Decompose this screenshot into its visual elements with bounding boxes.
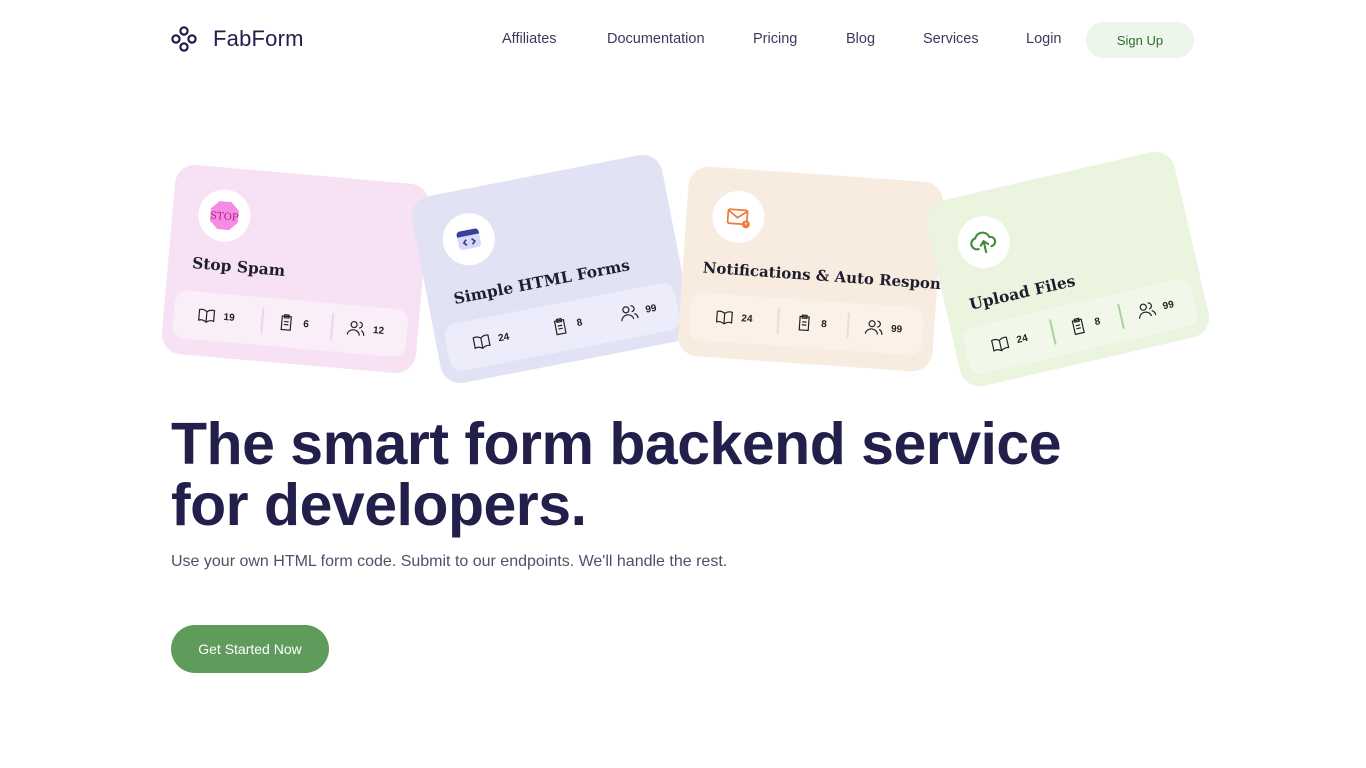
hero-headline-line-1: The smart form backend service — [171, 411, 1062, 477]
users-icon — [864, 320, 883, 335]
stat-guides: 24 — [989, 329, 1029, 355]
nav-blog[interactable]: Blog — [846, 31, 875, 47]
clipboard-icon — [280, 314, 292, 331]
stop-sign-icon: STOP — [210, 201, 239, 231]
stat-users-value: 99 — [890, 323, 903, 336]
cloud-upload-icon — [970, 231, 997, 254]
clipboard-icon — [553, 317, 567, 336]
stat-users-value: 99 — [644, 302, 658, 316]
divider — [1048, 319, 1057, 345]
book-icon — [715, 310, 733, 325]
feature-card-upload-files[interactable]: Upload Files 24 8 99 — [921, 147, 1214, 391]
stat-users: 99 — [618, 299, 658, 324]
users-icon — [1139, 302, 1157, 319]
stat-guides-value: 24 — [741, 312, 753, 325]
card-icon-bubble: STOP — [196, 187, 253, 244]
mail-notification-icon — [726, 208, 750, 229]
stat-guides: 24 — [471, 327, 511, 352]
divider — [330, 313, 335, 340]
stat-users: 12 — [346, 319, 385, 340]
hero-subtitle: Use your own HTML form code. Submit to o… — [171, 553, 728, 570]
feature-card-simple-html-forms[interactable]: Simple HTML Forms 24 8 99 — [408, 151, 695, 387]
card-title: Stop Spam — [191, 253, 287, 281]
get-started-button[interactable]: Get Started Now — [171, 625, 329, 673]
nav-affiliates[interactable]: Affiliates — [502, 31, 557, 47]
signup-button[interactable]: Sign Up — [1086, 22, 1194, 58]
book-icon — [472, 334, 491, 350]
users-icon — [346, 320, 365, 336]
card-stats: 19 6 12 — [171, 289, 409, 358]
stat-guides: 19 — [197, 306, 236, 327]
stat-forms-value: 8 — [575, 316, 584, 329]
card-title: Notifications & Auto Responses — [702, 258, 968, 295]
stat-users-value: 99 — [1161, 298, 1175, 312]
card-icon-bubble — [952, 210, 1015, 274]
stat-guides-value: 24 — [1015, 332, 1029, 346]
stat-users: 99 — [1136, 295, 1176, 321]
code-browser-icon — [456, 228, 481, 250]
hero-headline: The smart form backend service for devel… — [171, 411, 1062, 538]
divider — [776, 307, 781, 334]
clipboard-icon — [1071, 317, 1085, 336]
stat-forms: 8 — [795, 313, 828, 333]
feature-card-notifications[interactable]: Notifications & Auto Responses 24 8 99 — [676, 165, 968, 373]
card-stats: 24 8 99 — [687, 291, 925, 356]
card-icon-bubble — [710, 189, 767, 245]
stat-forms-value: 8 — [1093, 315, 1102, 328]
book-icon — [990, 336, 1010, 352]
stat-guides-value: 24 — [497, 330, 511, 344]
divider — [846, 312, 851, 339]
stat-guides-value: 19 — [223, 311, 236, 324]
stat-forms: 8 — [550, 313, 584, 337]
feature-card-stop-spam[interactable]: STOP Stop Spam 19 6 12 — [160, 163, 431, 375]
stat-users: 99 — [864, 318, 903, 339]
hero-headline-line-2: for developers. — [171, 472, 587, 538]
nav-services[interactable]: Services — [923, 31, 979, 47]
stat-forms: 8 — [1067, 312, 1102, 337]
divider — [1117, 303, 1125, 330]
nav-documentation[interactable]: Documentation — [607, 31, 705, 47]
clipboard-icon — [798, 314, 810, 332]
book-icon — [198, 308, 216, 323]
nav-pricing[interactable]: Pricing — [753, 31, 797, 47]
card-icon-bubble — [438, 208, 500, 270]
divider — [260, 307, 265, 334]
users-icon — [621, 305, 639, 322]
stat-forms: 6 — [277, 313, 310, 334]
site-header: FabForm Affiliates Documentation Pricing… — [0, 0, 1366, 80]
stat-forms-value: 6 — [302, 318, 310, 330]
stat-users-value: 12 — [372, 324, 385, 337]
stat-forms-value: 8 — [820, 318, 828, 330]
stat-guides: 24 — [715, 308, 753, 329]
nav-login[interactable]: Login — [1026, 31, 1061, 47]
